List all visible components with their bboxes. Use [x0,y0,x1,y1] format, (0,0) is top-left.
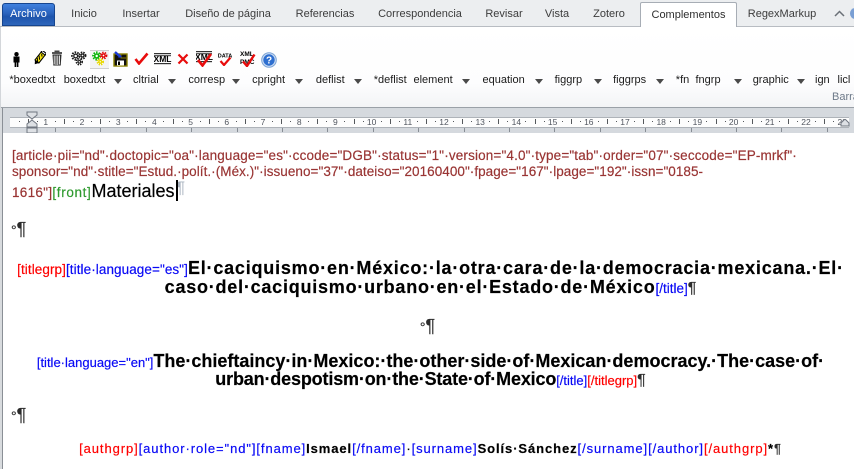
svg-text:XML: XML [154,54,171,64]
svg-text:?: ? [266,56,272,67]
